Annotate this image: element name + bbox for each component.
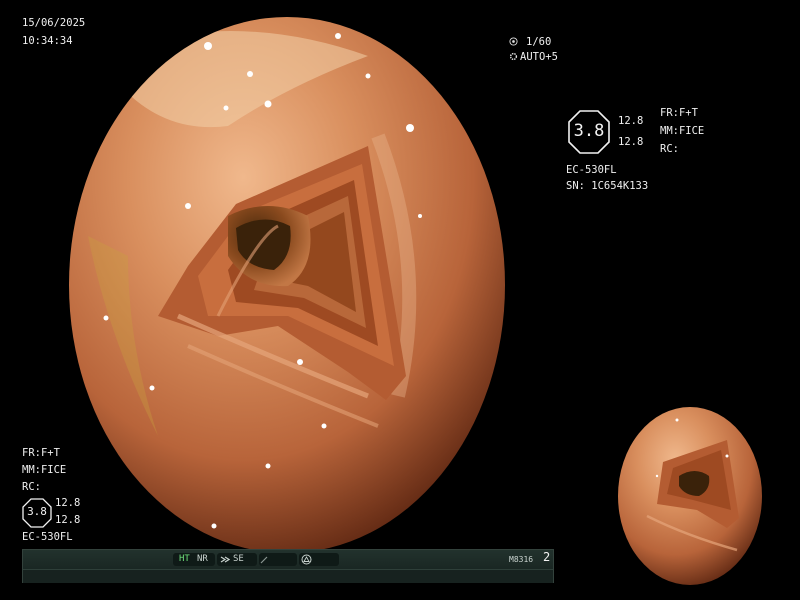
aperture-icon	[509, 37, 518, 46]
left-fr-label: FR:F+T	[22, 447, 60, 459]
device-code: M8316	[509, 555, 534, 564]
date-label: 15/06/2025	[22, 17, 86, 29]
left-scope-model: EC-530FL	[22, 531, 73, 543]
status-bar-bottom-row	[23, 570, 553, 583]
se-indicator: SE	[233, 554, 244, 564]
image-count: 2	[543, 550, 551, 564]
endoscope-main-view	[69, 17, 505, 553]
gear-icon	[509, 52, 518, 61]
left-hex-value: 3.8	[27, 505, 47, 518]
value-bottom: 12.8	[618, 136, 644, 148]
time-label: 10:34:34	[22, 35, 73, 47]
serial-number: SN: 1C654K133	[566, 180, 649, 192]
value-top: 12.8	[618, 115, 644, 127]
left-rc-label: RC:	[22, 481, 41, 493]
shutter-speed: 1/60	[526, 36, 552, 48]
pen-icon	[260, 556, 268, 564]
structure-enhance-icon	[220, 556, 230, 563]
rc-label: RC:	[660, 143, 679, 155]
brightness-icon	[301, 554, 312, 565]
hex-value: 3.8	[573, 121, 605, 141]
mm-label: MM:FICE	[660, 125, 705, 137]
ht-indicator: HT	[179, 554, 190, 564]
nr-indicator: NR	[197, 554, 208, 564]
scope-model: EC-530FL	[566, 164, 617, 176]
left-value-bottom: 12.8	[55, 514, 81, 526]
exposure-mode: AUTO+5	[520, 51, 558, 63]
fr-label: FR:F+T	[660, 107, 698, 119]
left-mm-label: MM:FICE	[22, 464, 67, 476]
endoscope-pip-view	[618, 407, 762, 585]
status-bar-top-row: HT NR SE M8316 2	[23, 550, 553, 570]
status-bar: HT NR SE M8316 2	[22, 549, 554, 583]
left-value-top: 12.8	[55, 497, 81, 509]
